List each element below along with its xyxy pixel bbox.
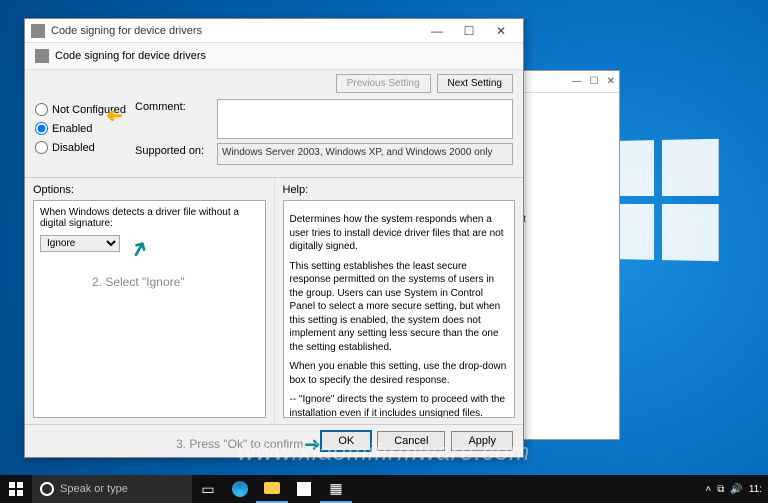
maximize-button[interactable]: ☐ — [453, 21, 485, 41]
options-panel: When Windows detects a driver file witho… — [33, 200, 266, 418]
comment-textarea[interactable] — [217, 99, 513, 139]
search-box[interactable]: Speak or type — [32, 475, 192, 503]
signing-action-select[interactable]: Ignore — [40, 235, 120, 252]
watermark: www.xiaomifirmware.com — [0, 439, 768, 467]
supported-text: Windows Server 2003, Windows XP, and Win… — [217, 143, 513, 165]
windows-icon — [9, 482, 23, 496]
maximize-icon[interactable]: ☐ — [590, 76, 599, 87]
edge-icon — [232, 481, 248, 497]
next-setting-button[interactable]: Next Setting — [437, 74, 513, 93]
help-paragraph: -- "Ignore" directs the system to procee… — [290, 393, 509, 418]
help-paragraph: Determines how the system responds when … — [290, 213, 509, 254]
start-button[interactable] — [0, 475, 32, 503]
annotation-arrow-icon: ➜ — [106, 103, 123, 128]
explorer-button[interactable] — [256, 475, 288, 503]
search-placeholder: Speak or type — [60, 483, 128, 495]
previous-setting-button: Previous Setting — [336, 74, 431, 93]
options-label: Options: — [33, 184, 266, 196]
network-icon[interactable]: ⧉ — [717, 484, 724, 495]
dialog-title: Code signing for device drivers — [51, 25, 421, 37]
taskbar: Speak or type ▭ ▦ ˄ ⧉ 🔊 11: — [0, 475, 768, 503]
policy-dialog: Code signing for device drivers — ☐ ✕ Co… — [24, 18, 524, 458]
minimize-button[interactable]: — — [421, 21, 453, 41]
radio-input[interactable] — [35, 103, 48, 116]
dialog-subtitle: Code signing for device drivers — [55, 50, 206, 62]
help-label: Help: — [283, 184, 516, 196]
cortana-icon — [40, 482, 54, 496]
taskbar-app[interactable]: ▦ — [320, 475, 352, 503]
annotation-step2: 2. Select "Ignore" — [92, 275, 185, 289]
store-icon — [297, 482, 311, 496]
edge-button[interactable] — [224, 475, 256, 503]
store-button[interactable] — [288, 475, 320, 503]
help-paragraph: When you enable this setting, use the dr… — [290, 360, 509, 387]
radio-disabled[interactable]: Disabled — [35, 141, 125, 154]
minimize-icon[interactable]: — — [572, 76, 582, 87]
dialog-subhead: Code signing for device drivers — [25, 43, 523, 70]
policy-icon — [35, 49, 49, 63]
comment-label: Comment: — [135, 99, 211, 139]
task-view-button[interactable]: ▭ — [192, 475, 224, 503]
tray-chevron-icon[interactable]: ˄ — [705, 484, 711, 495]
radio-input[interactable] — [35, 122, 48, 135]
dialog-titlebar: Code signing for device drivers — ☐ ✕ — [25, 19, 523, 43]
volume-icon[interactable]: 🔊 — [730, 484, 742, 495]
help-panel[interactable]: Determines how the system responds when … — [283, 200, 516, 418]
options-text: When Windows detects a driver file witho… — [40, 207, 259, 229]
policy-icon — [31, 24, 45, 38]
radio-input[interactable] — [35, 141, 48, 154]
close-button[interactable]: ✕ — [485, 21, 517, 41]
system-tray[interactable]: ˄ ⧉ 🔊 11: — [699, 484, 768, 495]
folder-icon — [264, 482, 280, 494]
clock[interactable]: 11: — [749, 484, 762, 495]
help-paragraph: This setting establishes the least secur… — [290, 260, 509, 355]
supported-label: Supported on: — [135, 143, 211, 165]
close-icon[interactable]: ✕ — [607, 76, 615, 87]
